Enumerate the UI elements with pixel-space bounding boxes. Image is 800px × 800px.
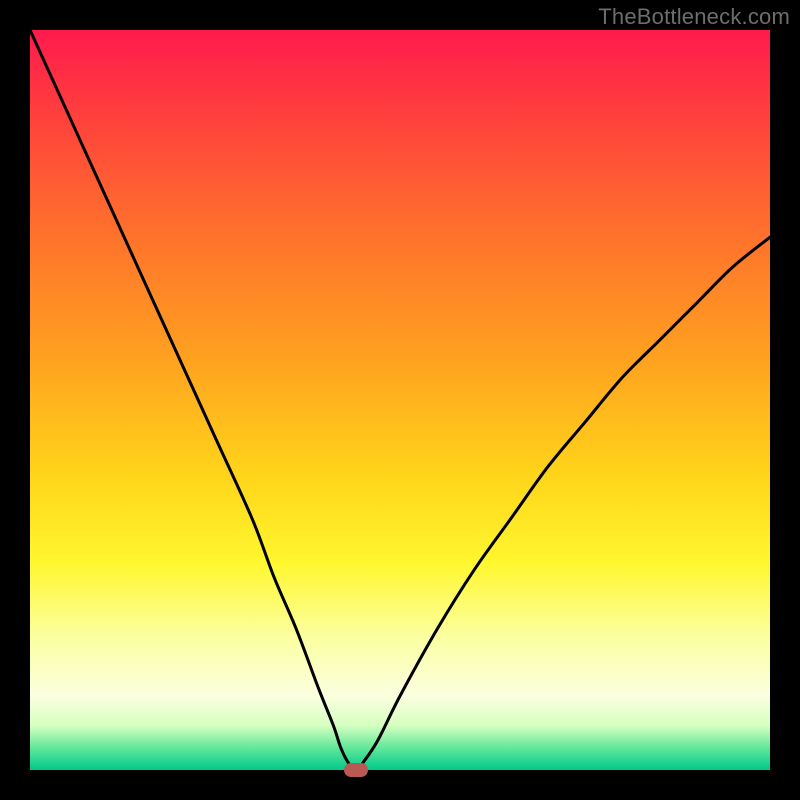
- plot-area: [30, 30, 770, 770]
- bottleneck-curve: [30, 30, 770, 770]
- chart-frame: TheBottleneck.com: [0, 0, 800, 800]
- optimum-marker: [344, 763, 368, 777]
- watermark-label: TheBottleneck.com: [598, 4, 790, 30]
